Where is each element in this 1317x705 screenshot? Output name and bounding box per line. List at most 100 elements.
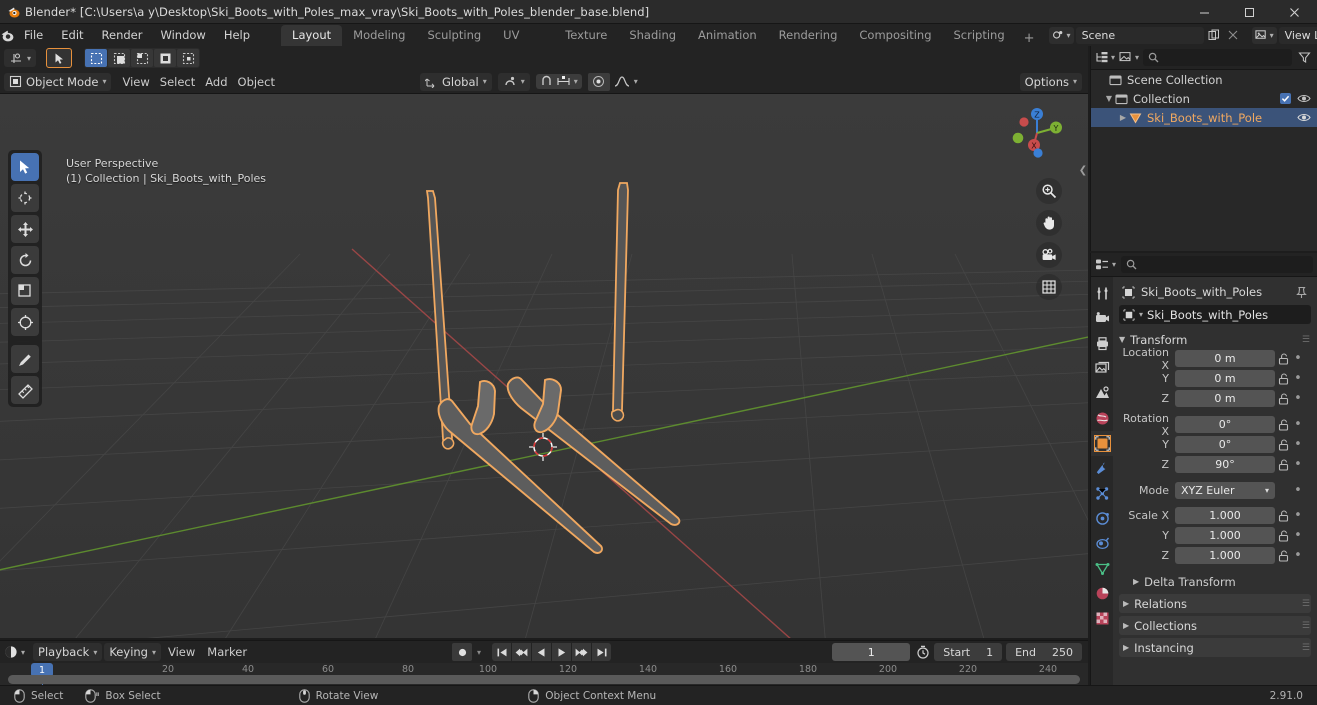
scale-x-value[interactable]: 1.000 [1175, 507, 1275, 524]
disclosure-triangle-icon[interactable]: ▶ [1117, 113, 1129, 122]
tab-tool-icon[interactable] [1091, 281, 1113, 306]
timeline-menu-marker[interactable]: Marker [202, 643, 252, 661]
object-mode-selector[interactable]: Object Mode ▾ [4, 72, 112, 91]
pan-hand-icon[interactable] [1036, 210, 1062, 236]
use-preview-range-icon[interactable] [916, 645, 930, 659]
tool-measure-icon[interactable] [11, 376, 39, 404]
rotation-x-value[interactable]: 0° [1175, 416, 1275, 433]
animate-property-dot[interactable]: • [1291, 508, 1305, 523]
outliner-filter-icon[interactable] [1296, 49, 1313, 66]
scale-y-value[interactable]: 1.000 [1175, 527, 1275, 544]
animate-property-dot[interactable]: • [1291, 483, 1305, 498]
tab-particles-icon[interactable] [1091, 481, 1113, 506]
menu-help[interactable]: Help [215, 26, 259, 44]
animate-property-dot[interactable]: • [1291, 371, 1305, 386]
tab-shading[interactable]: Shading [618, 25, 687, 46]
tool-rotate-icon[interactable] [11, 246, 39, 274]
view-layer-browse-icon[interactable]: ▾ [1251, 26, 1277, 44]
tab-world-icon[interactable] [1091, 406, 1113, 431]
animate-property-dot[interactable]: • [1291, 437, 1305, 452]
menu-render[interactable]: Render [93, 26, 152, 44]
blender-menu-logo-icon[interactable] [0, 28, 15, 43]
location-x-value[interactable]: 0 m [1175, 350, 1275, 367]
location-z-value[interactable]: 0 m [1175, 390, 1275, 407]
unlink-scene-icon[interactable] [1225, 27, 1242, 44]
object-visibility-eye-icon[interactable] [1297, 112, 1311, 123]
transform-orientation-dropdown[interactable]: Global ▾ [420, 72, 492, 91]
outliner-row-ski-boots-with-pole[interactable]: ▶ Ski_Boots_with_Pole [1091, 108, 1317, 127]
tab-physics-icon[interactable] [1091, 506, 1113, 531]
tab-constraints-icon[interactable] [1091, 531, 1113, 556]
select-extend-icon[interactable] [108, 49, 131, 67]
collection-enable-checkbox[interactable] [1280, 93, 1291, 104]
timeline-keying-dropdown[interactable]: Keying ▾ [104, 643, 161, 661]
delta-transform-subpanel[interactable]: ▶ Delta Transform [1119, 572, 1311, 591]
lock-icon[interactable] [1275, 392, 1291, 405]
viewport-menu-add[interactable]: Add [200, 73, 232, 91]
outliner-row-scene-collection[interactable]: Scene Collection [1091, 70, 1317, 89]
pin-icon[interactable] [1295, 286, 1308, 299]
view-layer-name-field[interactable]: View Layer [1278, 26, 1317, 44]
tool-transform-icon[interactable] [11, 308, 39, 336]
outliner-display-mode-icon[interactable]: ▾ [1119, 51, 1139, 64]
current-frame-field[interactable]: 1 [832, 643, 911, 661]
collections-panel-header[interactable]: ▶ Collections ☰ [1119, 616, 1311, 635]
tab-scripting[interactable]: Scripting [943, 25, 1016, 46]
timeline-playback-dropdown[interactable]: Playback ▾ [33, 643, 103, 661]
minimize-button[interactable] [1182, 0, 1227, 24]
rotation-z-value[interactable]: 90° [1175, 456, 1275, 473]
menu-file[interactable]: File [15, 26, 52, 44]
maximize-button[interactable] [1227, 0, 1272, 24]
tab-render-icon[interactable] [1091, 306, 1113, 331]
timeline-menu-view[interactable]: View [163, 643, 200, 661]
viewport-3d-canvas[interactable]: User Perspective (1) Collection | Ski_Bo… [0, 94, 1088, 638]
new-scene-icon[interactable] [1206, 27, 1223, 44]
lock-icon[interactable] [1275, 509, 1291, 522]
active-tool-select-box-icon[interactable] [46, 48, 73, 68]
lock-icon[interactable] [1275, 549, 1291, 562]
location-y-value[interactable]: 0 m [1175, 370, 1275, 387]
select-subtract-icon[interactable] [131, 49, 154, 67]
lock-icon[interactable] [1275, 529, 1291, 542]
properties-search-input[interactable] [1121, 256, 1313, 273]
relations-panel-header[interactable]: ▶ Relations ☰ [1119, 594, 1311, 613]
lock-icon[interactable] [1275, 418, 1291, 431]
jump-to-start-button[interactable] [492, 643, 512, 661]
tab-compositing[interactable]: Compositing [848, 25, 942, 46]
toggle-orthographic-icon[interactable] [1036, 274, 1062, 300]
viewport-menu-select[interactable]: Select [155, 73, 200, 91]
frame-end-field[interactable]: End 250 [1006, 643, 1082, 661]
disclosure-triangle-icon[interactable]: ▼ [1103, 94, 1115, 103]
tab-sculpting[interactable]: Sculpting [416, 25, 492, 46]
scene-name-field[interactable]: Scene [1075, 26, 1204, 44]
snap-magnet-dropdown[interactable]: ▾ [497, 72, 530, 91]
viewport-menu-object[interactable]: Object [233, 73, 280, 91]
animate-property-dot[interactable]: • [1291, 351, 1305, 366]
lock-icon[interactable] [1275, 458, 1291, 471]
timeline-editor-type-icon[interactable]: ▾ [4, 645, 25, 659]
tab-layout[interactable]: Layout [281, 25, 343, 46]
tab-output-icon[interactable] [1091, 331, 1113, 356]
play-reverse-button[interactable] [532, 643, 552, 661]
tool-cursor-icon[interactable] [11, 184, 39, 212]
outliner-row-collection[interactable]: ▼ Collection [1091, 89, 1317, 108]
tab-modifiers-wrench-icon[interactable] [1091, 456, 1113, 481]
timeline-horizontal-scrollbar[interactable] [8, 675, 1080, 684]
tab-material-icon[interactable] [1091, 581, 1113, 606]
outliner-search-input[interactable] [1143, 49, 1292, 66]
animate-property-dot[interactable]: • [1291, 457, 1305, 472]
play-button[interactable] [552, 643, 572, 661]
object-name-field[interactable]: ▾ Ski_Boots_with_Poles [1119, 305, 1311, 324]
tool-tweak-select-icon[interactable] [11, 153, 39, 181]
editor-type-selector[interactable]: ▾ [4, 49, 37, 67]
scale-z-value[interactable]: 1.000 [1175, 547, 1275, 564]
menu-window[interactable]: Window [151, 26, 214, 44]
animate-property-dot[interactable]: • [1291, 417, 1305, 432]
navigation-gizmo[interactable]: Z Y X [1004, 100, 1070, 166]
collection-visibility-eye-icon[interactable] [1297, 93, 1311, 104]
tab-texture-icon[interactable] [1091, 606, 1113, 631]
tab-animation[interactable]: Animation [687, 25, 768, 46]
scene-browse-icon[interactable]: ▾ [1048, 26, 1074, 44]
tool-annotate-icon[interactable] [11, 345, 39, 373]
tab-object-icon[interactable] [1091, 431, 1113, 456]
